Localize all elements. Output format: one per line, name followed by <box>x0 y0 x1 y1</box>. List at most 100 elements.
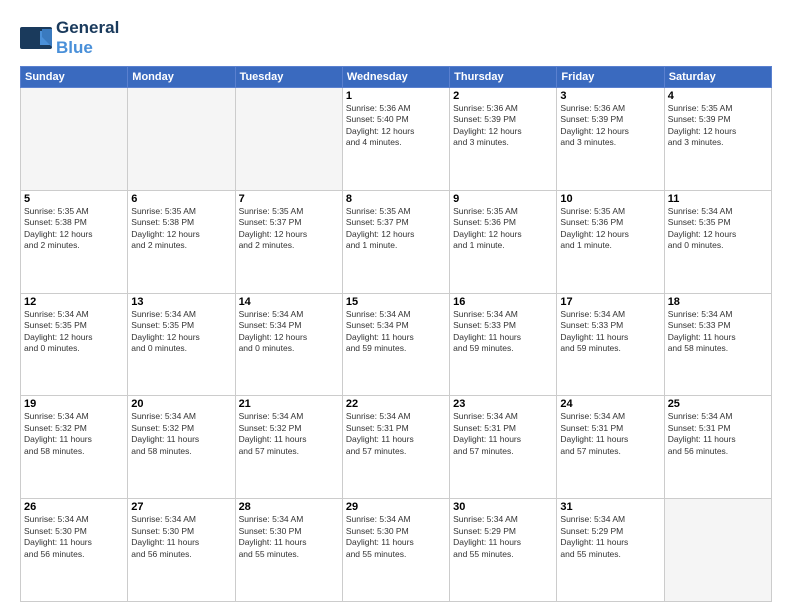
day-info: Sunrise: 5:34 AM Sunset: 5:33 PM Dayligh… <box>453 309 553 355</box>
weekday-header-wednesday: Wednesday <box>342 67 449 88</box>
day-info: Sunrise: 5:35 AM Sunset: 5:39 PM Dayligh… <box>668 103 768 149</box>
calendar-cell: 27Sunrise: 5:34 AM Sunset: 5:30 PM Dayli… <box>128 499 235 602</box>
day-number: 6 <box>131 193 231 205</box>
day-info: Sunrise: 5:34 AM Sunset: 5:35 PM Dayligh… <box>24 309 124 355</box>
weekday-header-thursday: Thursday <box>450 67 557 88</box>
day-number: 23 <box>453 398 553 410</box>
calendar-cell: 18Sunrise: 5:34 AM Sunset: 5:33 PM Dayli… <box>664 293 771 396</box>
calendar-cell: 29Sunrise: 5:34 AM Sunset: 5:30 PM Dayli… <box>342 499 449 602</box>
weekday-header-sunday: Sunday <box>21 67 128 88</box>
calendar-week-3: 12Sunrise: 5:34 AM Sunset: 5:35 PM Dayli… <box>21 293 772 396</box>
calendar-cell: 30Sunrise: 5:34 AM Sunset: 5:29 PM Dayli… <box>450 499 557 602</box>
calendar-cell: 14Sunrise: 5:34 AM Sunset: 5:34 PM Dayli… <box>235 293 342 396</box>
calendar-cell: 1Sunrise: 5:36 AM Sunset: 5:40 PM Daylig… <box>342 88 449 191</box>
calendar-cell: 28Sunrise: 5:34 AM Sunset: 5:30 PM Dayli… <box>235 499 342 602</box>
day-info: Sunrise: 5:34 AM Sunset: 5:29 PM Dayligh… <box>560 514 660 560</box>
calendar-cell: 31Sunrise: 5:34 AM Sunset: 5:29 PM Dayli… <box>557 499 664 602</box>
calendar-week-2: 5Sunrise: 5:35 AM Sunset: 5:38 PM Daylig… <box>21 190 772 293</box>
day-info: Sunrise: 5:35 AM Sunset: 5:38 PM Dayligh… <box>24 206 124 252</box>
day-info: Sunrise: 5:34 AM Sunset: 5:30 PM Dayligh… <box>239 514 339 560</box>
day-number: 26 <box>24 501 124 513</box>
header: General Blue <box>20 18 772 58</box>
calendar-cell <box>235 88 342 191</box>
calendar-cell: 26Sunrise: 5:34 AM Sunset: 5:30 PM Dayli… <box>21 499 128 602</box>
day-number: 20 <box>131 398 231 410</box>
day-info: Sunrise: 5:35 AM Sunset: 5:37 PM Dayligh… <box>346 206 446 252</box>
day-number: 13 <box>131 296 231 308</box>
calendar-cell: 10Sunrise: 5:35 AM Sunset: 5:36 PM Dayli… <box>557 190 664 293</box>
day-info: Sunrise: 5:34 AM Sunset: 5:31 PM Dayligh… <box>668 411 768 457</box>
day-number: 22 <box>346 398 446 410</box>
day-number: 31 <box>560 501 660 513</box>
day-info: Sunrise: 5:35 AM Sunset: 5:36 PM Dayligh… <box>453 206 553 252</box>
day-info: Sunrise: 5:34 AM Sunset: 5:35 PM Dayligh… <box>668 206 768 252</box>
day-number: 24 <box>560 398 660 410</box>
calendar-cell <box>664 499 771 602</box>
day-number: 15 <box>346 296 446 308</box>
day-number: 2 <box>453 90 553 102</box>
calendar-cell: 2Sunrise: 5:36 AM Sunset: 5:39 PM Daylig… <box>450 88 557 191</box>
day-number: 28 <box>239 501 339 513</box>
day-number: 12 <box>24 296 124 308</box>
logo-general: General <box>56 18 119 37</box>
calendar-cell: 7Sunrise: 5:35 AM Sunset: 5:37 PM Daylig… <box>235 190 342 293</box>
page: General Blue SundayMondayTuesdayWednesda… <box>0 0 792 612</box>
day-number: 25 <box>668 398 768 410</box>
calendar-cell: 25Sunrise: 5:34 AM Sunset: 5:31 PM Dayli… <box>664 396 771 499</box>
weekday-header-saturday: Saturday <box>664 67 771 88</box>
day-number: 21 <box>239 398 339 410</box>
day-number: 4 <box>668 90 768 102</box>
day-info: Sunrise: 5:35 AM Sunset: 5:38 PM Dayligh… <box>131 206 231 252</box>
calendar-week-1: 1Sunrise: 5:36 AM Sunset: 5:40 PM Daylig… <box>21 88 772 191</box>
calendar-cell: 22Sunrise: 5:34 AM Sunset: 5:31 PM Dayli… <box>342 396 449 499</box>
day-number: 14 <box>239 296 339 308</box>
day-number: 5 <box>24 193 124 205</box>
day-number: 3 <box>560 90 660 102</box>
day-info: Sunrise: 5:34 AM Sunset: 5:30 PM Dayligh… <box>24 514 124 560</box>
calendar-cell: 21Sunrise: 5:34 AM Sunset: 5:32 PM Dayli… <box>235 396 342 499</box>
calendar-cell: 24Sunrise: 5:34 AM Sunset: 5:31 PM Dayli… <box>557 396 664 499</box>
calendar-cell: 23Sunrise: 5:34 AM Sunset: 5:31 PM Dayli… <box>450 396 557 499</box>
day-info: Sunrise: 5:36 AM Sunset: 5:39 PM Dayligh… <box>560 103 660 149</box>
day-number: 29 <box>346 501 446 513</box>
day-number: 16 <box>453 296 553 308</box>
calendar-cell: 8Sunrise: 5:35 AM Sunset: 5:37 PM Daylig… <box>342 190 449 293</box>
calendar-cell: 5Sunrise: 5:35 AM Sunset: 5:38 PM Daylig… <box>21 190 128 293</box>
calendar-cell <box>21 88 128 191</box>
weekday-header-tuesday: Tuesday <box>235 67 342 88</box>
day-info: Sunrise: 5:34 AM Sunset: 5:31 PM Dayligh… <box>560 411 660 457</box>
calendar-table: SundayMondayTuesdayWednesdayThursdayFrid… <box>20 66 772 602</box>
weekday-header-monday: Monday <box>128 67 235 88</box>
calendar-cell: 20Sunrise: 5:34 AM Sunset: 5:32 PM Dayli… <box>128 396 235 499</box>
day-number: 7 <box>239 193 339 205</box>
day-number: 30 <box>453 501 553 513</box>
day-info: Sunrise: 5:34 AM Sunset: 5:32 PM Dayligh… <box>131 411 231 457</box>
calendar-cell <box>128 88 235 191</box>
day-info: Sunrise: 5:35 AM Sunset: 5:36 PM Dayligh… <box>560 206 660 252</box>
day-info: Sunrise: 5:34 AM Sunset: 5:30 PM Dayligh… <box>346 514 446 560</box>
day-info: Sunrise: 5:35 AM Sunset: 5:37 PM Dayligh… <box>239 206 339 252</box>
day-info: Sunrise: 5:34 AM Sunset: 5:30 PM Dayligh… <box>131 514 231 560</box>
day-number: 9 <box>453 193 553 205</box>
day-number: 1 <box>346 90 446 102</box>
logo-icon <box>20 27 52 49</box>
day-info: Sunrise: 5:34 AM Sunset: 5:33 PM Dayligh… <box>668 309 768 355</box>
logo: General Blue <box>20 18 119 58</box>
day-info: Sunrise: 5:36 AM Sunset: 5:39 PM Dayligh… <box>453 103 553 149</box>
calendar-cell: 19Sunrise: 5:34 AM Sunset: 5:32 PM Dayli… <box>21 396 128 499</box>
day-info: Sunrise: 5:34 AM Sunset: 5:35 PM Dayligh… <box>131 309 231 355</box>
calendar-week-5: 26Sunrise: 5:34 AM Sunset: 5:30 PM Dayli… <box>21 499 772 602</box>
day-info: Sunrise: 5:34 AM Sunset: 5:33 PM Dayligh… <box>560 309 660 355</box>
calendar-cell: 17Sunrise: 5:34 AM Sunset: 5:33 PM Dayli… <box>557 293 664 396</box>
calendar-cell: 12Sunrise: 5:34 AM Sunset: 5:35 PM Dayli… <box>21 293 128 396</box>
day-info: Sunrise: 5:34 AM Sunset: 5:29 PM Dayligh… <box>453 514 553 560</box>
day-info: Sunrise: 5:34 AM Sunset: 5:31 PM Dayligh… <box>346 411 446 457</box>
day-info: Sunrise: 5:34 AM Sunset: 5:34 PM Dayligh… <box>346 309 446 355</box>
day-info: Sunrise: 5:34 AM Sunset: 5:34 PM Dayligh… <box>239 309 339 355</box>
day-info: Sunrise: 5:36 AM Sunset: 5:40 PM Dayligh… <box>346 103 446 149</box>
calendar-cell: 16Sunrise: 5:34 AM Sunset: 5:33 PM Dayli… <box>450 293 557 396</box>
day-number: 27 <box>131 501 231 513</box>
day-info: Sunrise: 5:34 AM Sunset: 5:32 PM Dayligh… <box>239 411 339 457</box>
day-number: 19 <box>24 398 124 410</box>
day-number: 18 <box>668 296 768 308</box>
